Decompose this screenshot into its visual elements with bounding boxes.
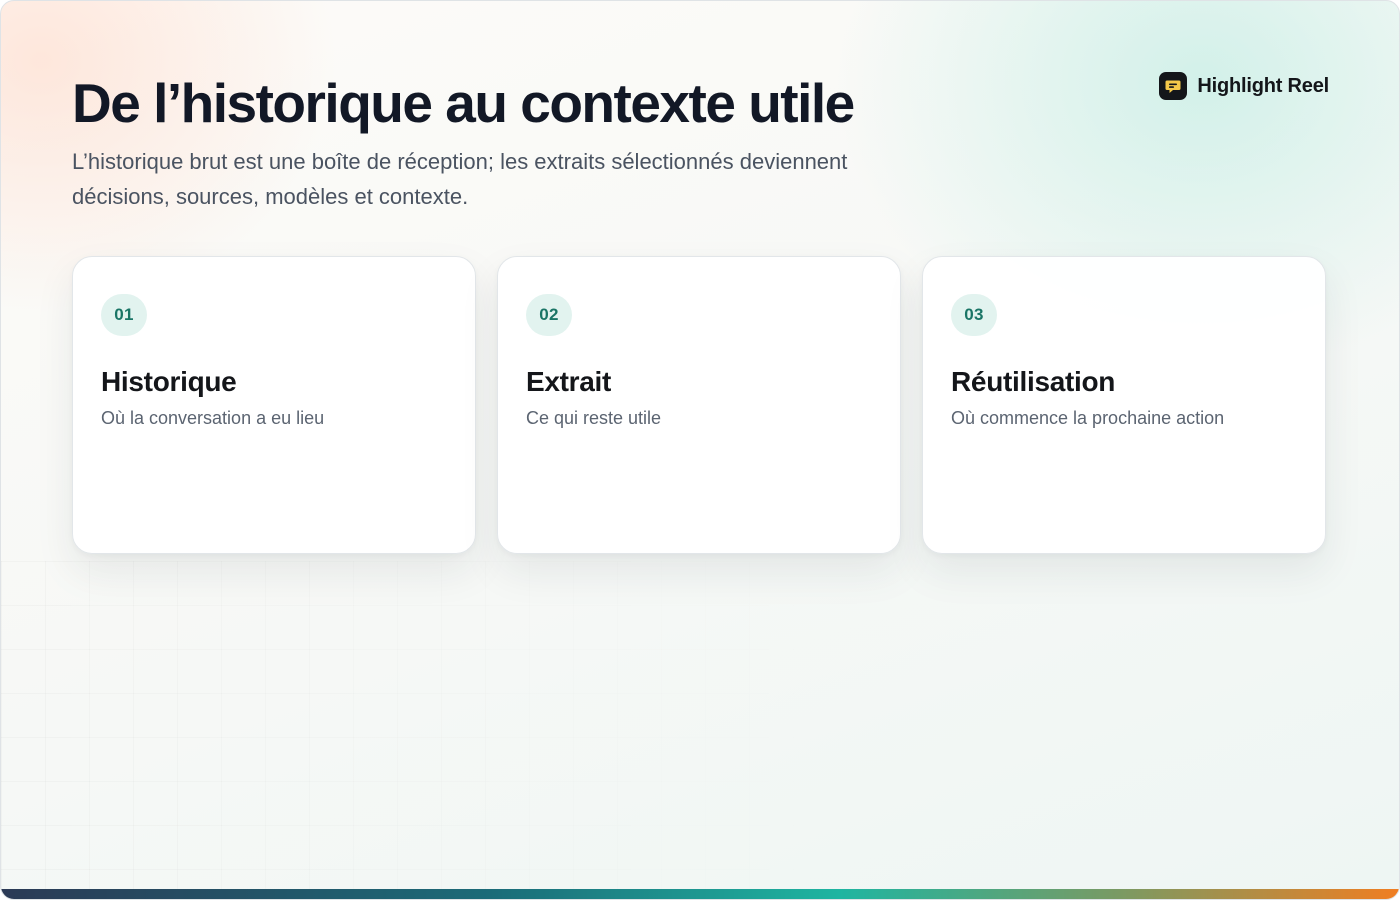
card-reutilisation: 03 Réutilisation Où commence la prochain… — [922, 256, 1326, 554]
card-description: Où commence la prochaine action — [951, 408, 1225, 428]
card-title: Extrait — [526, 366, 612, 397]
card-title: Historique — [101, 366, 237, 397]
card-description: Où la conversation a eu lieu — [101, 408, 325, 428]
card-historique: 01 Historique Où la conversation a eu li… — [72, 256, 476, 554]
page-title: De l’historique au contexte utile — [72, 72, 855, 134]
card-extrait: 02 Extrait Ce qui reste utile — [497, 256, 901, 554]
card-row: 01 Historique Où la conversation a eu li… — [72, 256, 1326, 554]
brand-label: Highlight Reel — [1197, 74, 1329, 97]
step-number-badge: 02 — [526, 294, 572, 336]
slide-frame: De l’historique au contexte utile L’hist… — [0, 0, 1400, 900]
card-title: Réutilisation — [951, 366, 1116, 397]
card-description: Ce qui reste utile — [526, 408, 662, 428]
brand-logo: Highlight Reel — [1159, 72, 1329, 100]
page-subtitle: L’historique brut est une boîte de récep… — [72, 149, 848, 209]
background-grid — [1, 561, 1399, 899]
accent-gradient-bar — [1, 889, 1399, 899]
step-number-badge: 01 — [101, 294, 147, 336]
chat-bubble-icon — [1159, 72, 1188, 100]
step-number-badge: 03 — [951, 294, 997, 336]
